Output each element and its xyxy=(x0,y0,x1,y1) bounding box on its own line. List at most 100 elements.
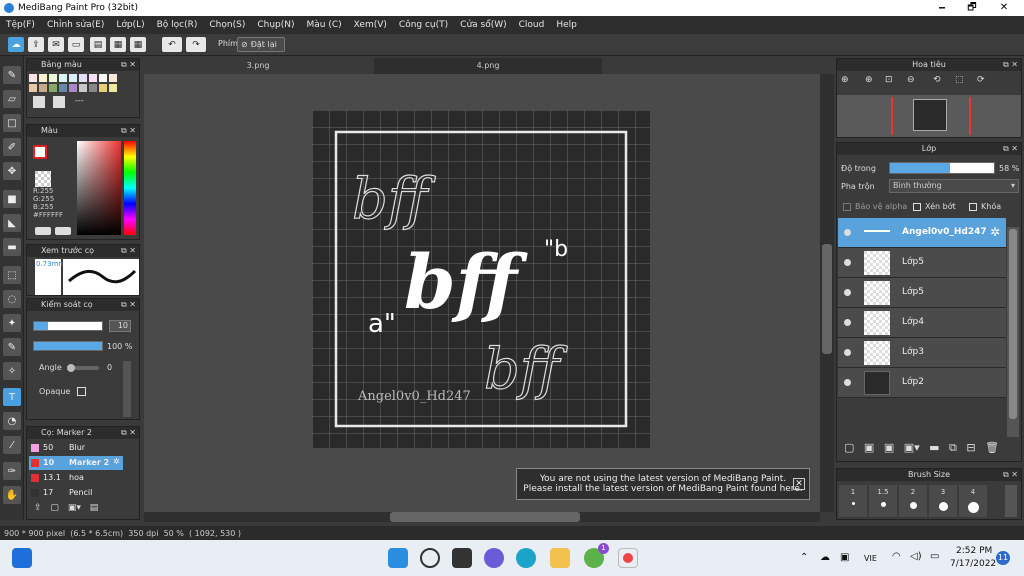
menu-layer[interactable]: Lớp(L) xyxy=(110,20,150,30)
close-icon[interactable]: ⧉ ✕ xyxy=(121,59,136,71)
close-icon[interactable]: ⧉ ✕ xyxy=(121,299,136,311)
vertical-scrollbar[interactable] xyxy=(820,74,834,512)
brush-list-item[interactable]: 13.1 hoa xyxy=(29,471,123,485)
close-icon[interactable]: ⧉ ✕ xyxy=(1003,143,1018,155)
menu-edit[interactable]: Chỉnh sửa(E) xyxy=(41,20,110,30)
new-layer3-icon[interactable]: ▣ xyxy=(884,441,894,454)
transparent-swatch[interactable] xyxy=(35,171,51,187)
rectangle-tool-icon[interactable]: □ xyxy=(3,114,21,132)
clock-date[interactable]: 7/17/2022 xyxy=(950,559,996,569)
saturation-box[interactable] xyxy=(77,141,121,235)
menu-capture[interactable]: Chụp(N) xyxy=(251,20,300,30)
widgets-icon[interactable] xyxy=(12,548,32,568)
reset-button[interactable]: ⊘ Đặt lại xyxy=(237,37,285,52)
photos-icon[interactable]: ▣ xyxy=(840,552,849,563)
visibility-icon[interactable] xyxy=(844,379,851,386)
layer-row[interactable]: Lớp5 xyxy=(838,278,1006,308)
bucket-tool-icon[interactable]: ◣ xyxy=(3,214,21,232)
brush-size-cell[interactable]: 1.5 xyxy=(869,485,897,517)
visibility-icon[interactable] xyxy=(844,319,851,326)
hue-slider[interactable] xyxy=(124,141,136,235)
hand-tool-icon[interactable]: ✋ xyxy=(3,486,21,504)
notice-close-icon[interactable]: ✕ xyxy=(793,478,805,490)
brush-size-cell[interactable]: 2 xyxy=(899,485,927,517)
layer-row[interactable]: Lớp3 xyxy=(838,338,1006,368)
layer-scrollbar[interactable] xyxy=(1007,227,1019,437)
viber-icon[interactable]: 1 xyxy=(584,543,609,568)
close-icon[interactable]: ⧉ ✕ xyxy=(1003,59,1018,71)
swatch[interactable] xyxy=(109,74,117,82)
color-mode2-icon[interactable] xyxy=(55,227,71,235)
share-icon[interactable]: ⇪ xyxy=(28,37,44,52)
visibility-icon[interactable] xyxy=(844,349,851,356)
brush-list-item[interactable]: 10 Marker 2 ✲ xyxy=(29,456,123,470)
swatch[interactable] xyxy=(89,84,97,92)
new-palette-icon[interactable] xyxy=(33,96,45,108)
blend-select[interactable]: Bình thường ▾ xyxy=(889,179,1019,193)
cloud-icon[interactable]: ☁ xyxy=(8,37,24,52)
folder-icon[interactable]: ▬ xyxy=(929,441,939,454)
menu-color[interactable]: Màu (C) xyxy=(301,20,348,30)
layer-row[interactable]: Lớp2 xyxy=(838,368,1006,398)
menu-filter[interactable]: Bộ lọc(R) xyxy=(151,20,204,30)
swatch[interactable] xyxy=(59,84,67,92)
select-pen-icon[interactable]: ✐ xyxy=(3,138,21,156)
menu-view[interactable]: Xem(V) xyxy=(348,20,393,30)
swatch[interactable] xyxy=(79,74,87,82)
layer-row[interactable]: Lớp4 xyxy=(838,308,1006,338)
update-notice[interactable]: You are not using the latest version of … xyxy=(516,468,810,500)
protect-alpha-checkbox[interactable] xyxy=(843,203,851,211)
brush-list-item[interactable]: 17 Pencil xyxy=(29,486,123,500)
visibility-icon[interactable] xyxy=(844,259,851,266)
edge-icon[interactable] xyxy=(516,548,536,568)
battery-icon[interactable]: ▭ xyxy=(930,551,939,562)
flip-icon[interactable]: ⬚ xyxy=(955,75,964,85)
redo-icon[interactable]: ↷ xyxy=(186,37,206,52)
swatch[interactable] xyxy=(69,74,77,82)
magic-wand-icon[interactable]: ✦ xyxy=(3,314,21,332)
layer-row[interactable]: Lớp5 xyxy=(838,248,1006,278)
dropper-tool-icon[interactable]: ⁄ xyxy=(3,436,21,454)
layer-row[interactable]: Angel0v0_Hd247 ✲ xyxy=(838,218,1006,248)
close-icon[interactable]: ⧉ ✕ xyxy=(121,245,136,257)
rotate-left-icon[interactable]: ⟲ xyxy=(933,75,941,85)
add-brush-icon[interactable]: ▣▾ xyxy=(68,503,81,513)
medibang-icon[interactable] xyxy=(618,548,638,568)
swatch[interactable] xyxy=(49,84,57,92)
close-icon[interactable]: ⧉ ✕ xyxy=(121,427,136,439)
close-icon[interactable]: ⧉ ✕ xyxy=(1003,469,1018,481)
close-icon[interactable]: ⧉ ✕ xyxy=(121,125,136,137)
gradient-tool-icon[interactable]: ▬ xyxy=(3,238,21,256)
new-brush-icon[interactable]: ▢ xyxy=(50,503,59,513)
chat-icon[interactable]: ✉ xyxy=(48,37,64,52)
notification-badge[interactable]: 11 xyxy=(996,551,1010,565)
swatch[interactable] xyxy=(99,74,107,82)
tab-3png[interactable]: 3.png xyxy=(144,58,372,74)
eraser-tool-icon[interactable]: ▱ xyxy=(3,90,21,108)
copy-brush-icon[interactable]: ▤ xyxy=(90,503,99,513)
swatch[interactable] xyxy=(109,84,117,92)
team-icon[interactable]: ▭ xyxy=(68,37,84,52)
zoom-in2-icon[interactable]: ⊕ xyxy=(865,75,873,85)
brush-control-scrollbar[interactable] xyxy=(123,361,131,417)
brush-size-cell[interactable]: 3 xyxy=(929,485,957,517)
clip-checkbox[interactable] xyxy=(913,203,921,211)
brush-size-scrollbar[interactable] xyxy=(1005,485,1017,517)
grid-icon[interactable]: ▦ xyxy=(130,37,146,52)
swatch[interactable] xyxy=(29,74,37,82)
swatch[interactable] xyxy=(69,84,77,92)
wifi-icon[interactable]: ◠ xyxy=(892,551,901,562)
delete-palette-icon[interactable] xyxy=(53,96,65,108)
select-pen2-icon[interactable]: ✎ xyxy=(3,338,21,356)
undo-icon[interactable]: ↶ xyxy=(162,37,182,52)
text-tool-icon[interactable]: T xyxy=(3,388,21,406)
gear-icon[interactable]: ✲ xyxy=(113,457,120,466)
delete-layer-icon[interactable]: 🗑 xyxy=(985,441,999,454)
swatch[interactable] xyxy=(59,74,67,82)
language-indicator[interactable]: VIE xyxy=(864,554,877,563)
chevron-up-icon[interactable]: ⌃ xyxy=(800,552,808,563)
chat-app-icon[interactable] xyxy=(484,548,504,568)
fill-rect-icon[interactable]: ■ xyxy=(3,190,21,208)
navigator-preview[interactable] xyxy=(837,95,1021,137)
menu-select[interactable]: Chọn(S) xyxy=(203,20,251,30)
